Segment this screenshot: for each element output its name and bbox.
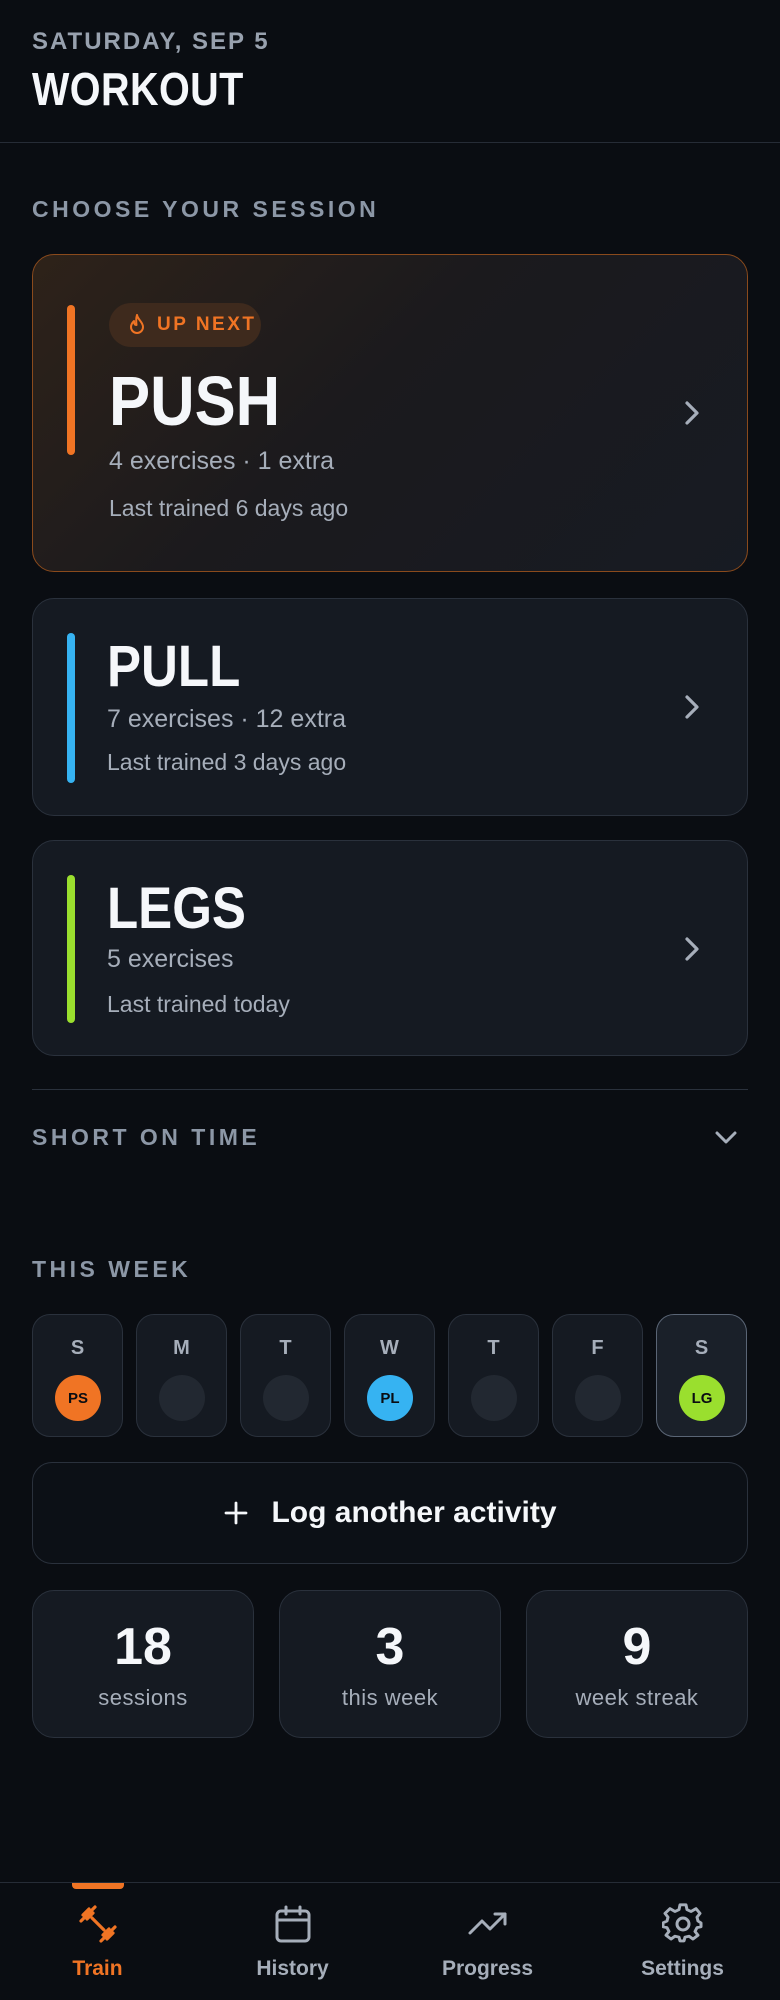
- week-day-tue[interactable]: T: [240, 1314, 331, 1437]
- day-letter: T: [487, 1337, 500, 1359]
- session-details: 4 exercises · 1 extra: [109, 447, 335, 475]
- stat-value: 18: [114, 1618, 172, 1676]
- day-letter: S: [70, 1337, 85, 1359]
- session-last-trained: Last trained 6 days ago: [109, 495, 349, 521]
- tab-settings[interactable]: Settings: [585, 1883, 780, 2000]
- session-dot: LG: [679, 1375, 725, 1421]
- header-date: SATURDAY, SEP 5: [32, 28, 270, 55]
- session-name: PUSH: [109, 362, 281, 440]
- stat-sessions: 18 sessions: [32, 1590, 254, 1738]
- chevron-down-icon: [715, 1131, 737, 1144]
- header: SATURDAY, SEP 5 WORKOUT: [0, 0, 780, 143]
- stat-value: 9: [622, 1618, 652, 1676]
- week-day-fri[interactable]: F: [552, 1314, 643, 1437]
- session-details: 7 exercises · 12 extra: [107, 705, 346, 733]
- log-activity-label: Log another activity: [271, 1496, 557, 1529]
- stat-label: sessions: [98, 1685, 188, 1710]
- week-day-wed[interactable]: W PL: [344, 1314, 435, 1437]
- stat-label: this week: [341, 1685, 439, 1710]
- log-activity-button[interactable]: Log another activity: [32, 1462, 748, 1564]
- session-details: 5 exercises: [107, 945, 234, 973]
- day-letter: T: [279, 1337, 292, 1359]
- session-dot: PL: [367, 1375, 413, 1421]
- chevron-right-icon: [685, 695, 699, 719]
- stat-value: 3: [375, 1618, 405, 1676]
- plus-icon: [225, 1501, 248, 1525]
- accent-bar: [67, 875, 75, 1023]
- session-card-push[interactable]: UP NEXT PUSH 4 exercises · 1 extra Last …: [32, 254, 748, 572]
- empty-dot: [575, 1375, 621, 1421]
- flame-icon: [130, 314, 144, 334]
- tab-train[interactable]: Train: [0, 1883, 195, 2000]
- day-letter: S: [694, 1337, 709, 1359]
- trend-up-icon: [468, 1912, 507, 1935]
- gear-icon: [662, 1903, 703, 1943]
- empty-dot: [263, 1375, 309, 1421]
- session-name: LEGS: [107, 876, 246, 941]
- stat-week-streak: 9 week streak: [526, 1590, 748, 1738]
- tab-history[interactable]: History: [195, 1883, 390, 2000]
- tab-label: Settings: [641, 1957, 724, 1980]
- accent-bar: [67, 633, 75, 783]
- week-day-sun[interactable]: S PS: [32, 1314, 123, 1437]
- week-day-thu[interactable]: T: [448, 1314, 539, 1437]
- session-card-pull[interactable]: PULL 7 exercises · 12 extra Last trained…: [32, 598, 748, 816]
- week-day-sat-today[interactable]: S LG: [656, 1314, 747, 1437]
- calendar-icon: [275, 1905, 311, 1943]
- section-label-sessions: CHOOSE YOUR SESSION: [32, 196, 380, 222]
- up-next-badge: UP NEXT: [109, 303, 261, 347]
- day-letter: F: [591, 1337, 604, 1359]
- short-on-time-toggle[interactable]: SHORT ON TIME: [0, 1100, 780, 1174]
- empty-dot: [471, 1375, 517, 1421]
- stat-this-week: 3 this week: [279, 1590, 501, 1738]
- dumbbell-icon: [79, 1905, 117, 1943]
- tab-label: Train: [72, 1957, 123, 1980]
- accent-bar: [67, 305, 75, 455]
- section-label-this-week: THIS WEEK: [32, 1256, 192, 1282]
- empty-dot: [159, 1375, 205, 1421]
- day-letter: M: [173, 1337, 190, 1359]
- tab-label: History: [256, 1957, 329, 1980]
- week-day-mon[interactable]: M: [136, 1314, 227, 1437]
- session-last-trained: Last trained today: [107, 991, 290, 1017]
- day-letter: W: [380, 1337, 399, 1359]
- session-dot: PS: [55, 1375, 101, 1421]
- chevron-right-icon: [685, 401, 699, 425]
- session-last-trained: Last trained 3 days ago: [107, 749, 347, 775]
- badge-label: UP NEXT: [157, 314, 257, 335]
- stat-label: week streak: [575, 1685, 699, 1710]
- page-title: WORKOUT: [32, 63, 244, 115]
- tab-label: Progress: [441, 1957, 534, 1980]
- tab-progress[interactable]: Progress: [390, 1883, 585, 2000]
- bottom-tab-bar: Train History Progress Settings: [0, 1882, 780, 2000]
- session-name: PULL: [107, 634, 241, 699]
- session-card-legs[interactable]: LEGS 5 exercises Last trained today: [32, 840, 748, 1056]
- chevron-right-icon: [685, 937, 699, 961]
- divider: [32, 1089, 748, 1090]
- section-label-short-on-time: SHORT ON TIME: [32, 1124, 261, 1150]
